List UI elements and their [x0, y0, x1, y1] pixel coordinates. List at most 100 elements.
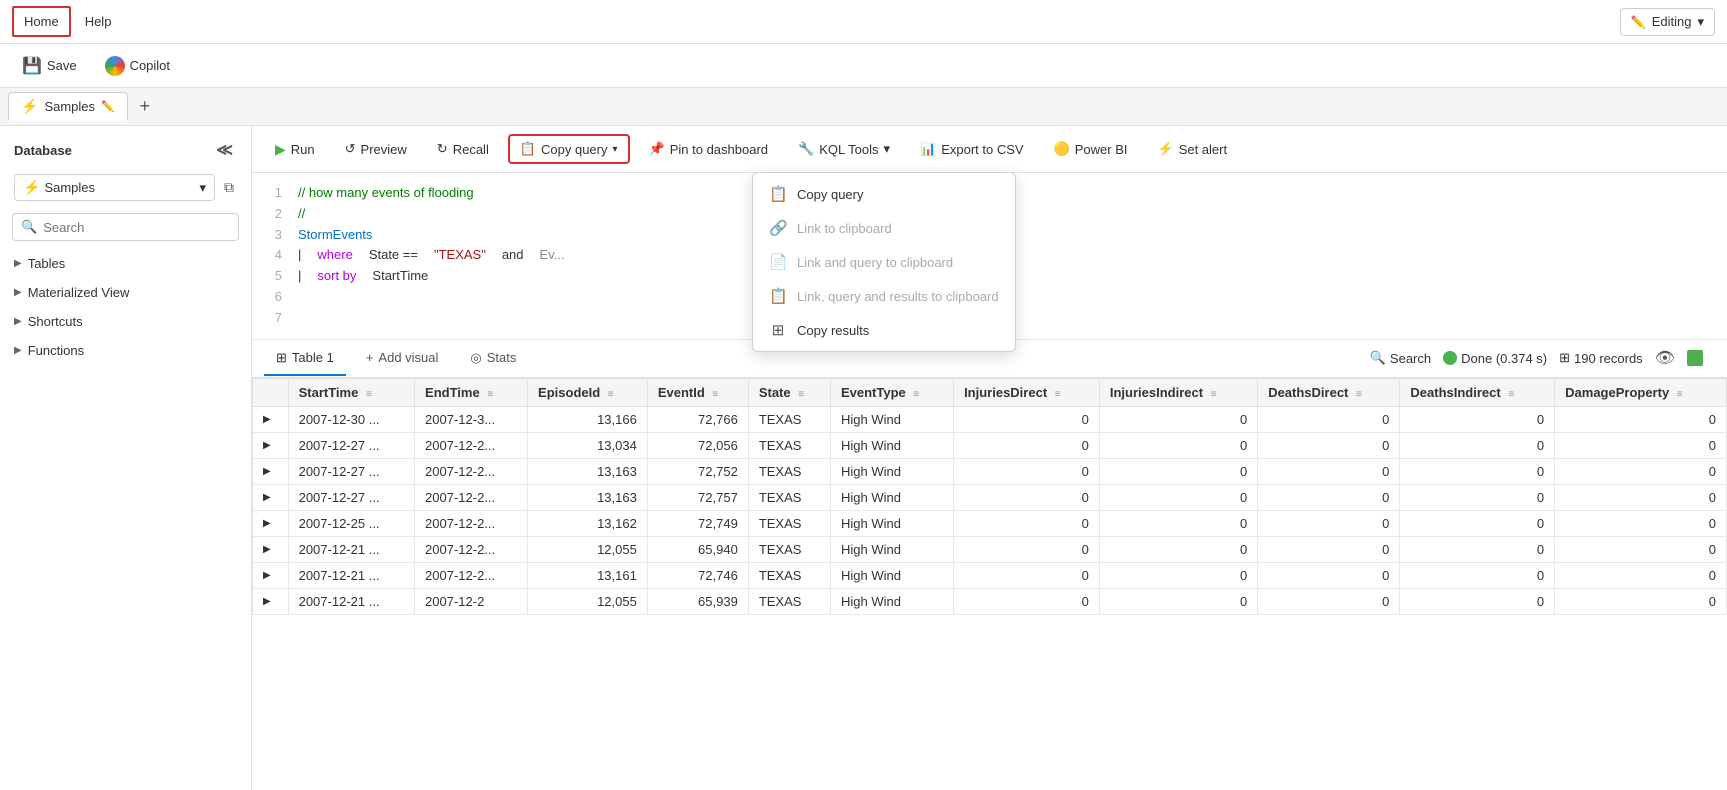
cell-expand[interactable]: ▶ [253, 562, 289, 588]
alert-label: Set alert [1179, 142, 1227, 157]
tab-samples[interactable]: ⚡ Samples ✏️ [8, 92, 128, 121]
editing-button[interactable]: ✏️ Editing ▾ [1620, 8, 1715, 36]
sidebar-item-shortcuts[interactable]: ▶ Shortcuts [0, 307, 251, 336]
results-search-button[interactable]: 🔍 Search [1370, 350, 1431, 366]
dropdown-copy-query[interactable]: 📋 Copy query [753, 177, 1015, 211]
col-injuriesdirect[interactable]: InjuriesDirect ≡ [954, 378, 1100, 406]
sidebar-item-materialized-view[interactable]: ▶ Materialized View [0, 278, 251, 307]
cell-expand[interactable]: ▶ [253, 432, 289, 458]
query-toolbar: ▶ Run ↺ Preview ↻ Recall 📋 Copy query ▾ … [252, 126, 1727, 173]
cell-deathsindirect: 0 [1400, 588, 1555, 614]
cell-expand[interactable]: ▶ [253, 510, 289, 536]
sidebar-item-shortcuts-label: Shortcuts [28, 314, 237, 329]
table-row: ▶2007-12-21 ...2007-12-212,05565,939TEXA… [253, 588, 1727, 614]
cell-damageproperty: 0 [1555, 510, 1727, 536]
power-bi-button[interactable]: 🟡 Power BI [1043, 135, 1139, 163]
table-row: ▶2007-12-25 ...2007-12-2...13,16272,749T… [253, 510, 1727, 536]
chevron-matview-icon: ▶ [14, 287, 22, 298]
sidebar-item-tables[interactable]: ▶ Tables [0, 249, 251, 278]
sidebar-item-tables-label: Tables [28, 256, 237, 271]
col-injuriesindirect[interactable]: InjuriesIndirect ≡ [1099, 378, 1257, 406]
copilot-label: Copilot [130, 58, 170, 73]
col-eventtype[interactable]: EventType ≡ [830, 378, 953, 406]
cell-episodeid: 13,163 [528, 484, 648, 510]
cell-injuriesdirect: 0 [954, 562, 1100, 588]
save-label: Save [47, 58, 77, 73]
results-search-label: Search [1390, 351, 1431, 366]
database-copy-button[interactable]: ⧉ [221, 176, 237, 199]
col-episodeid[interactable]: EpisodeId ≡ [528, 378, 648, 406]
col-starttime[interactable]: StartTime ≡ [288, 378, 414, 406]
copilot-button[interactable]: Copilot [99, 52, 176, 80]
cell-eventid: 65,940 [647, 536, 748, 562]
cell-endtime: 2007-12-2... [415, 536, 528, 562]
cell-eventtype: High Wind [830, 484, 953, 510]
set-alert-button[interactable]: ⚡ Set alert [1147, 135, 1239, 163]
nav-help[interactable]: Help [75, 8, 122, 35]
table-header-row: StartTime ≡ EndTime ≡ EpisodeId ≡ EventI… [253, 378, 1727, 406]
run-button[interactable]: ▶ Run [264, 135, 326, 164]
status-done: Done (0.374 s) [1443, 351, 1547, 366]
col-endtime[interactable]: EndTime ≡ [415, 378, 528, 406]
kql-tools-button[interactable]: 🔧 KQL Tools ▾ [787, 135, 901, 163]
copy-query-button[interactable]: 📋 Copy query ▾ [508, 134, 630, 164]
cell-eventtype: High Wind [830, 406, 953, 432]
kql-label: KQL Tools [819, 142, 878, 157]
cell-expand[interactable]: ▶ [253, 484, 289, 510]
cell-expand[interactable]: ▶ [253, 458, 289, 484]
copy-query-icon: 📋 [520, 141, 536, 157]
cell-deathsdirect: 0 [1258, 406, 1400, 432]
sidebar-search-input[interactable] [43, 220, 230, 235]
col-deathsdirect[interactable]: DeathsDirect ≡ [1258, 378, 1400, 406]
export-csv-button[interactable]: 📊 Export to CSV [909, 135, 1035, 163]
cell-endtime: 2007-12-2... [415, 432, 528, 458]
cell-eventid: 72,766 [647, 406, 748, 432]
tab-stats-label: Stats [487, 350, 517, 365]
green-status-indicator [1687, 350, 1703, 366]
tab-stats[interactable]: ◎ Stats [458, 342, 528, 376]
pin-dashboard-button[interactable]: 📌 Pin to dashboard [638, 135, 779, 163]
col-eventid[interactable]: EventId ≡ [647, 378, 748, 406]
cell-injuriesindirect: 0 [1099, 484, 1257, 510]
add-tab-button[interactable]: + [132, 94, 158, 120]
cell-deathsdirect: 0 [1258, 432, 1400, 458]
main-layout: Database ≪ ⚡ Samples ▾ ⧉ 🔍 ▶ Tables ▶ Ma… [0, 126, 1727, 790]
cell-injuriesdirect: 0 [954, 432, 1100, 458]
cell-expand[interactable]: ▶ [253, 406, 289, 432]
cell-eventtype: High Wind [830, 562, 953, 588]
tab-add-visual[interactable]: + Add visual [354, 342, 451, 375]
eye-icon[interactable]: 👁 [1655, 348, 1675, 368]
tab-table-1[interactable]: ⊞ Table 1 [264, 342, 346, 376]
recall-button[interactable]: ↻ Recall [426, 135, 500, 163]
sidebar-collapse-button[interactable]: ≪ [212, 138, 237, 162]
cell-state: TEXAS [748, 458, 830, 484]
cell-expand[interactable]: ▶ [253, 588, 289, 614]
dropdown-copy-results[interactable]: ⊞ Copy results [753, 313, 1015, 347]
cell-starttime: 2007-12-21 ... [288, 562, 414, 588]
sidebar-item-functions[interactable]: ▶ Functions [0, 336, 251, 365]
database-name: Samples [44, 180, 95, 195]
cell-deathsdirect: 0 [1258, 588, 1400, 614]
table-tab-icon: ⊞ [276, 350, 287, 366]
db-chevron-icon: ▾ [199, 180, 206, 196]
cell-deathsdirect: 0 [1258, 562, 1400, 588]
database-dropdown[interactable]: ⚡ Samples ▾ [14, 174, 215, 201]
preview-button[interactable]: ↺ Preview [334, 135, 418, 163]
tab-add-visual-label: Add visual [378, 350, 438, 365]
stats-icon: ◎ [470, 350, 481, 366]
col-damageproperty[interactable]: DamageProperty ≡ [1555, 378, 1727, 406]
tab-edit-icon[interactable]: ✏️ [101, 100, 115, 113]
cell-expand[interactable]: ▶ [253, 536, 289, 562]
recall-label: Recall [453, 142, 489, 157]
col-deathsindirect[interactable]: DeathsIndirect ≡ [1400, 378, 1555, 406]
save-button[interactable]: 💾 Save [16, 52, 83, 80]
powerbi-icon: 🟡 [1054, 141, 1070, 157]
chevron-tables-icon: ▶ [14, 258, 22, 269]
table-row: ▶2007-12-21 ...2007-12-2...13,16172,746T… [253, 562, 1727, 588]
dropdown-link-results-icon: 📋 [769, 287, 787, 305]
col-state[interactable]: State ≡ [748, 378, 830, 406]
table-row: ▶2007-12-27 ...2007-12-2...13,16372,752T… [253, 458, 1727, 484]
nav-home[interactable]: Home [12, 6, 71, 37]
cell-deathsdirect: 0 [1258, 510, 1400, 536]
table-row: ▶2007-12-27 ...2007-12-2...13,16372,757T… [253, 484, 1727, 510]
